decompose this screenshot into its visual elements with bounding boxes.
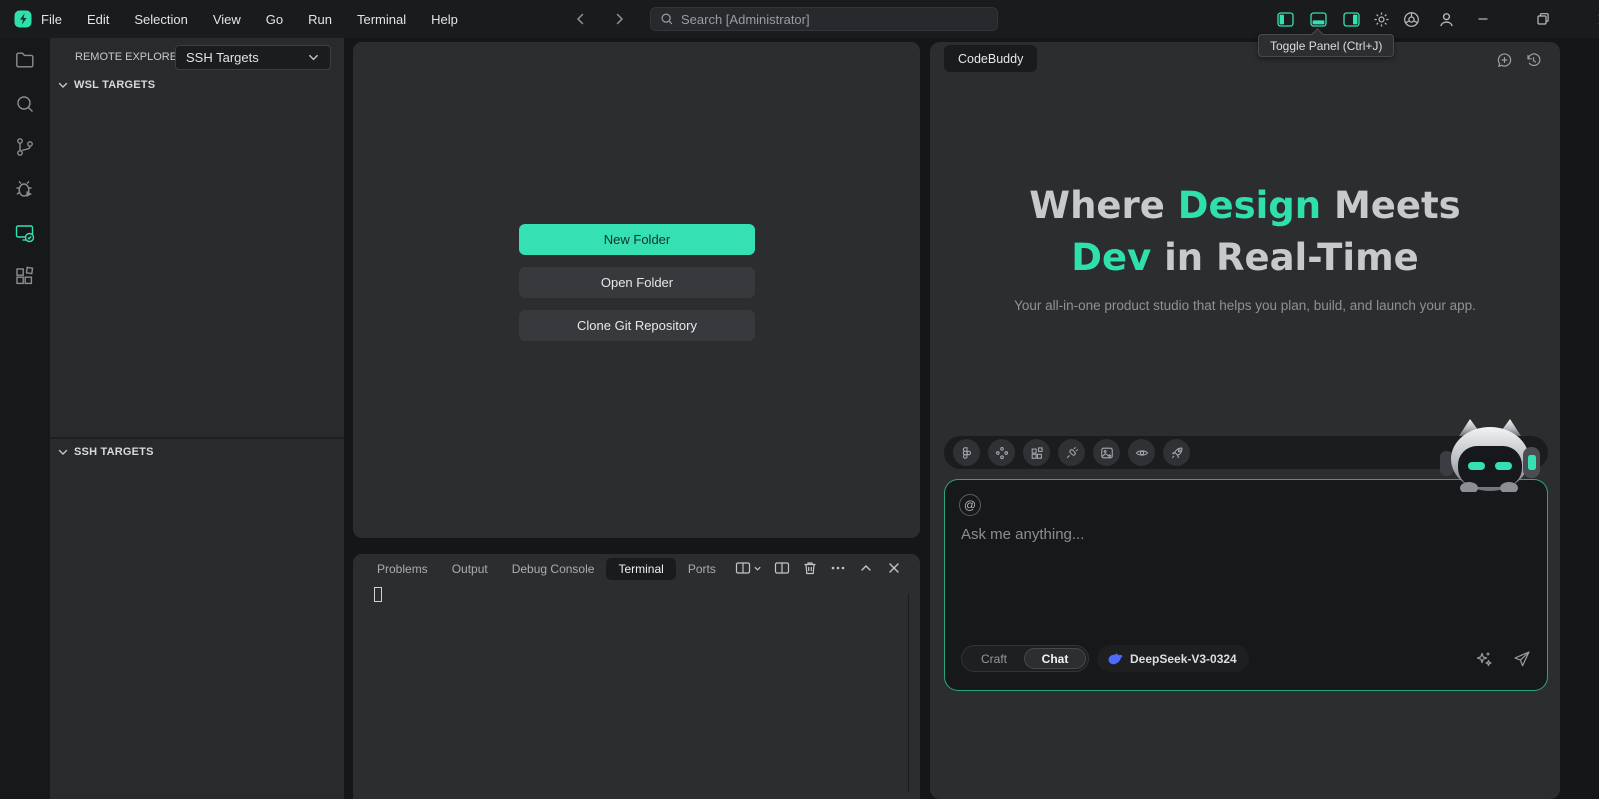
tab-problems[interactable]: Problems xyxy=(365,558,440,580)
menu-help[interactable]: Help xyxy=(431,12,458,27)
remote-explorer-icon[interactable] xyxy=(14,222,36,244)
menu-edit[interactable]: Edit xyxy=(87,12,109,27)
tooltip-text: Toggle Panel (Ctrl+J) xyxy=(1270,39,1382,53)
chevron-down-icon xyxy=(56,78,70,92)
toggle-primary-sidebar-icon[interactable] xyxy=(1270,0,1300,38)
source-control-icon[interactable] xyxy=(14,136,36,158)
close-panel-icon[interactable] xyxy=(886,560,902,576)
codebuddy-tab[interactable]: CodeBuddy xyxy=(944,45,1037,72)
settings-gear-icon[interactable] xyxy=(1366,0,1396,38)
maximize-panel-chevron-icon[interactable] xyxy=(858,560,874,576)
mode-chat[interactable]: Chat xyxy=(1024,648,1086,669)
navigate-back-icon[interactable] xyxy=(573,11,589,27)
more-actions-icon[interactable] xyxy=(830,560,846,576)
hero-line-2: Dev in Real-Time xyxy=(930,232,1560,284)
hero-heading: Where Design Meets Dev in Real-Time xyxy=(930,180,1560,284)
eye-icon[interactable] xyxy=(1128,439,1155,466)
remote-type-dropdown[interactable]: SSH Targets xyxy=(175,45,331,70)
new-folder-button[interactable]: New Folder xyxy=(519,224,755,255)
terminal-scrollbar[interactable] xyxy=(908,594,909,792)
sidebar-divider[interactable] xyxy=(50,437,344,439)
split-panel-icon[interactable] xyxy=(774,560,790,576)
sidebar-title: REMOTE EXPLORER xyxy=(75,51,185,63)
menu-view[interactable]: View xyxy=(213,12,241,27)
clone-git-repository-button[interactable]: Clone Git Repository xyxy=(519,310,755,341)
window-close-icon[interactable] xyxy=(1588,0,1599,38)
section-label: WSL TARGETS xyxy=(74,79,155,91)
dropdown-value: SSH Targets xyxy=(186,50,307,65)
title-bar: File Edit Selection View Go Run Terminal… xyxy=(0,0,1599,38)
search-sidebar-icon[interactable] xyxy=(14,93,36,115)
chevron-down-icon xyxy=(56,445,70,459)
plug-icon[interactable] xyxy=(1058,439,1085,466)
rocket-icon[interactable] xyxy=(1163,439,1190,466)
panel-actions xyxy=(735,560,902,576)
open-folder-button[interactable]: Open Folder xyxy=(519,267,755,298)
menu-terminal[interactable]: Terminal xyxy=(357,12,406,27)
tab-ports[interactable]: Ports xyxy=(676,558,728,580)
activity-bar xyxy=(0,38,50,799)
new-chat-icon[interactable] xyxy=(1496,52,1513,69)
mention-at-icon[interactable]: @ xyxy=(959,494,981,516)
deepseek-whale-icon xyxy=(1107,651,1123,667)
enhance-sparkles-icon[interactable] xyxy=(1475,650,1493,668)
window-restore-icon[interactable] xyxy=(1528,0,1558,38)
hero-line-1: Where Design Meets xyxy=(930,180,1560,232)
codebuddy-tab-label: CodeBuddy xyxy=(958,52,1023,66)
model-selector[interactable]: DeepSeek-V3-0324 xyxy=(1097,645,1249,672)
split-terminal-dropdown-icon[interactable] xyxy=(735,560,762,576)
hero-subtitle: Your all-in-one product studio that help… xyxy=(930,298,1560,313)
tab-output[interactable]: Output xyxy=(440,558,500,580)
global-search[interactable] xyxy=(650,7,998,31)
section-wsl-targets[interactable]: WSL TARGETS xyxy=(56,78,155,92)
app-logo-icon xyxy=(14,10,32,28)
send-icon[interactable] xyxy=(1513,650,1531,668)
kill-terminal-trash-icon[interactable] xyxy=(802,560,818,576)
blocks-icon[interactable] xyxy=(1023,439,1050,466)
menu-selection[interactable]: Selection xyxy=(134,12,187,27)
menu-go[interactable]: Go xyxy=(266,12,283,27)
toggle-panel-tooltip: Toggle Panel (Ctrl+J) xyxy=(1258,34,1394,57)
toggle-secondary-sidebar-icon[interactable] xyxy=(1336,0,1366,38)
model-name: DeepSeek-V3-0324 xyxy=(1130,652,1237,666)
remote-explorer-sidebar: REMOTE EXPLORER SSH Targets WSL TARGETS … xyxy=(50,38,344,799)
terminal-cursor xyxy=(374,587,382,602)
menu-file[interactable]: File xyxy=(41,12,62,27)
explorer-icon[interactable] xyxy=(14,49,36,71)
chat-input-box[interactable]: @ Craft Chat DeepSeek-V3-0324 xyxy=(944,479,1548,691)
section-label: SSH TARGETS xyxy=(74,446,154,458)
bottom-panel: Problems Output Debug Console Terminal P… xyxy=(353,554,920,799)
figma-icon[interactable] xyxy=(953,439,980,466)
codebuddy-panel: CodeBuddy Where Design Meets Dev in Real… xyxy=(930,42,1560,799)
chevron-down-icon xyxy=(307,51,320,64)
search-input[interactable] xyxy=(681,12,988,27)
browser-icon[interactable] xyxy=(1396,0,1426,38)
mode-craft[interactable]: Craft xyxy=(964,648,1024,669)
window-minimize-icon[interactable] xyxy=(1468,0,1498,38)
extensions-icon[interactable] xyxy=(14,265,36,287)
tab-debug-console[interactable]: Debug Console xyxy=(500,558,607,580)
section-ssh-targets[interactable]: SSH TARGETS xyxy=(56,445,154,459)
robot-mascot xyxy=(1435,416,1545,492)
menu-run[interactable]: Run xyxy=(308,12,332,27)
menu-bar: File Edit Selection View Go Run Terminal… xyxy=(41,0,458,38)
navigate-forward-icon[interactable] xyxy=(611,11,627,27)
panel-tab-bar: Problems Output Debug Console Terminal P… xyxy=(365,557,728,581)
mode-toggle: Craft Chat xyxy=(961,645,1089,672)
history-icon[interactable] xyxy=(1525,52,1542,69)
run-debug-icon[interactable] xyxy=(14,179,36,201)
editor-welcome-panel: New Folder Open Folder Clone Git Reposit… xyxy=(353,42,920,538)
search-icon xyxy=(660,12,674,26)
tab-terminal[interactable]: Terminal xyxy=(606,558,675,580)
chat-textarea[interactable] xyxy=(961,526,1531,626)
image-upload-icon[interactable] xyxy=(1093,439,1120,466)
dots-diamond-icon[interactable] xyxy=(988,439,1015,466)
account-icon[interactable] xyxy=(1431,0,1461,38)
